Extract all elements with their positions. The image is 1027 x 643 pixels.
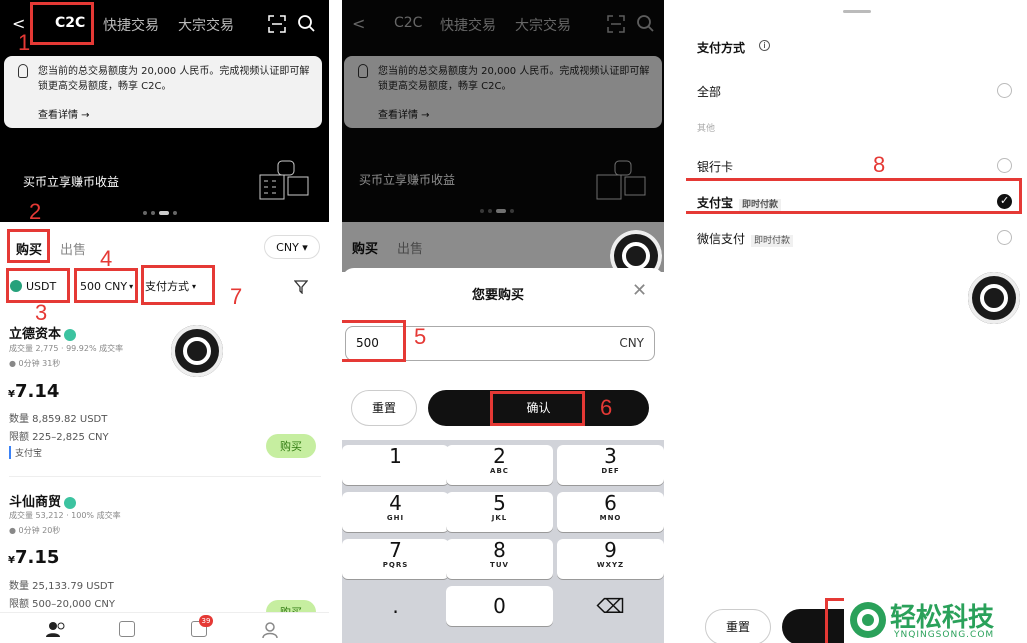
key-6[interactable]: 6 MNO [557, 492, 664, 532]
limit-banner: 您当前的总交易额度为 20,000 人民币。完成视频认证即可解锁更高交易额度，畅… [4, 56, 322, 128]
merchant-payment: 支付宝 [9, 446, 42, 459]
key-9[interactable]: 9 WXYZ [557, 539, 664, 579]
message-badge: 39 [199, 615, 213, 627]
bulb-icon [18, 64, 28, 78]
watermark-url: YNQINGSONG.COM [894, 630, 995, 640]
key-dot[interactable]: . [342, 586, 449, 626]
merchant-limit: 限额 225–2,825 CNY [9, 432, 109, 443]
modal-overlay[interactable] [342, 0, 664, 272]
search-icon[interactable] [297, 14, 315, 32]
option-wechat-label[interactable]: 微信支付 即时付款 [697, 230, 794, 247]
key-7[interactable]: 7 PQRS [342, 539, 449, 579]
annotation-number: 6 [600, 395, 613, 420]
annotation-number: 7 [230, 284, 243, 309]
annotation-box-1 [30, 2, 94, 45]
tab-block-trade[interactable]: 大宗交易 [178, 15, 234, 35]
merchant-price: ¥7.14 [8, 381, 60, 402]
annotation-number: 2 [29, 199, 42, 224]
annotation-number: 1 [18, 30, 31, 55]
floating-assist-button[interactable] [968, 272, 1020, 324]
merchant-name[interactable]: 斗仙商贸 [9, 491, 77, 510]
annotation-number: 4 [100, 246, 113, 271]
orders-icon[interactable] [119, 621, 135, 637]
radio-wechat[interactable] [997, 230, 1012, 245]
merchant-stats: 成交量 53,212 · 100% 成交率 [9, 511, 121, 520]
reset-button[interactable]: 重置 [351, 390, 417, 426]
panel-c2c-list: < C2C 快捷交易 大宗交易 您当前的总交易额度为 20,000 人民币。完成… [0, 0, 329, 643]
key-8[interactable]: 8 TUV [446, 539, 553, 579]
merchant-quantity: 数量 8,859.82 USDT [9, 414, 108, 425]
scan-icon[interactable] [268, 15, 286, 33]
bottom-nav: 39 [0, 612, 329, 643]
users-icon[interactable] [46, 621, 66, 637]
merchant-time: ● 0分钟 31秒 [9, 359, 61, 368]
numeric-keypad: 1 2 ABC 3 DEF 4 GHI 5 JKL 6 MNO 7 PQRS 8 TUV 9W… [342, 440, 664, 643]
banner-text: 您当前的总交易额度为 20,000 人民币。完成视频认证即可解锁更高交易额度，畅… [38, 66, 310, 92]
annotation-box-6 [490, 391, 585, 426]
annotation-box-2 [7, 229, 50, 263]
promo-text: 买币立享赚币收益 [23, 175, 120, 189]
annotation-box-3 [6, 268, 70, 303]
logo-icon [850, 602, 886, 638]
key-0[interactable]: 0 [446, 586, 553, 626]
carousel-dots [143, 211, 177, 215]
merchant-quantity: 数量 25,133.79 USDT [9, 581, 114, 592]
verified-icon [64, 496, 77, 509]
building-icon [259, 160, 309, 200]
verified-icon [64, 328, 77, 341]
tab-sell[interactable]: 出售 [60, 239, 86, 258]
annotation-number: 5 [414, 324, 427, 349]
option-all-label[interactable]: 全部 [697, 83, 721, 100]
info-icon[interactable]: i [759, 40, 770, 51]
annotation-box-4 [74, 268, 138, 303]
merchant-price: ¥7.15 [8, 547, 60, 568]
panel-payment-method: 支付方式 i 全部 其他 银行卡 支付宝即时付款 微信支付即时付款 重置 8 轻… [686, 0, 1027, 643]
divider [9, 476, 321, 477]
key-3[interactable]: 3 DEF [557, 445, 664, 485]
key-2[interactable]: 2 ABC [446, 445, 553, 485]
option-bank-label[interactable]: 银行卡 [697, 158, 733, 175]
sheet-handle [843, 10, 871, 13]
merchant-time: ● 0分钟 20秒 [9, 526, 61, 535]
amount-input-unit: CNY [619, 336, 644, 350]
payment-title: 支付方式 [697, 41, 746, 55]
filter-icon[interactable] [294, 280, 308, 294]
key-5[interactable]: 5 JKL [446, 492, 553, 532]
section-other: 其他 [697, 124, 716, 134]
panel-amount-input: < C2C 快捷交易 大宗交易 您当前的总交易额度为 20,000 人民币。完成… [342, 0, 664, 643]
details-link[interactable]: 查看详情 → [38, 106, 90, 121]
floating-assist-button[interactable] [171, 325, 223, 377]
tab-quick-trade[interactable]: 快捷交易 [103, 15, 159, 35]
buy-button[interactable]: 购买 [266, 434, 316, 458]
backspace-icon[interactable]: ⌫ [557, 586, 664, 626]
key-1[interactable]: 1 [342, 445, 449, 485]
reset-button[interactable]: 重置 [705, 609, 771, 643]
annotation-box-8 [686, 178, 1022, 214]
watermark: 轻松科技 YNQINGSONG.COM [844, 598, 1027, 643]
profile-icon[interactable] [261, 621, 279, 639]
radio-bank[interactable] [997, 158, 1012, 173]
currency-select[interactable]: CNY ▾ [264, 235, 320, 259]
sheet-title: 您要购买 [472, 288, 525, 303]
annotation-box-7 [141, 265, 215, 305]
radio-all[interactable] [997, 83, 1012, 98]
key-4[interactable]: 4 GHI [342, 492, 449, 532]
merchant-stats: 成交量 2,775 · 99.92% 成交率 [9, 344, 124, 353]
merchant-limit: 限额 500–20,000 CNY [9, 599, 116, 610]
annotation-number: 3 [35, 300, 48, 325]
annotation-number: 8 [873, 152, 886, 177]
watermark-brand: 轻松科技 [890, 603, 995, 633]
close-icon[interactable]: ✕ [632, 280, 647, 301]
annotation-box-5 [342, 320, 406, 362]
